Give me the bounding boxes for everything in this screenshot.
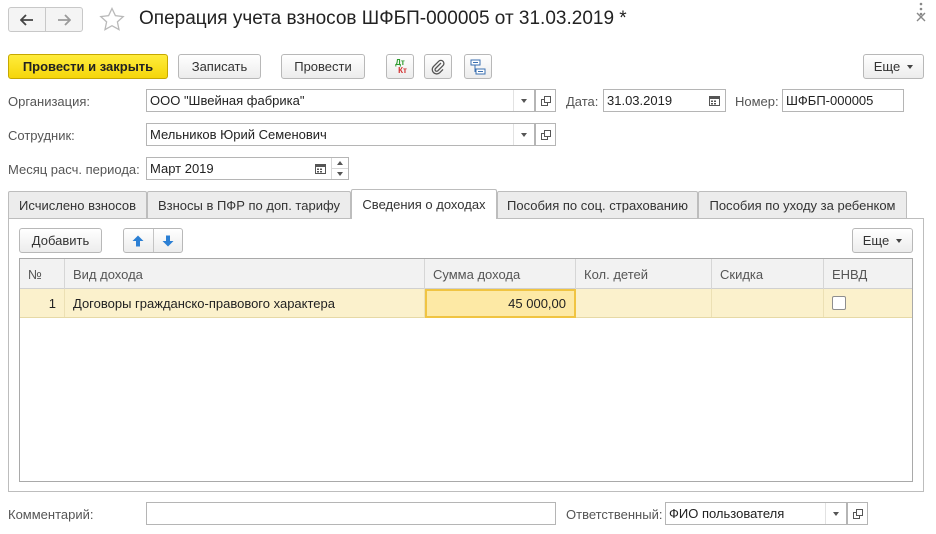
column-header-number[interactable]: №: [20, 259, 65, 289]
employee-value: Мельников Юрий Семенович: [150, 127, 327, 142]
paperclip-icon: [431, 59, 445, 75]
tab-income-info[interactable]: Сведения о доходах: [351, 189, 497, 219]
arrow-right-icon: [58, 13, 71, 26]
open-window-icon: [540, 129, 551, 140]
tab-calculated-contributions[interactable]: Исчислено взносов: [8, 191, 147, 218]
dt-kt-button[interactable]: Дт Кт: [386, 54, 414, 79]
date-label: Дата:: [566, 94, 599, 109]
envd-checkbox[interactable]: [832, 296, 846, 310]
income-table[interactable]: № Вид дохода Сумма дохода Кол. детей Ски…: [19, 258, 913, 482]
organization-label: Организация:: [8, 94, 91, 109]
chevron-up-icon: [337, 161, 343, 165]
hierarchy-icon: [470, 59, 486, 74]
responsible-open-button[interactable]: [847, 502, 868, 525]
window-title: Операция учета взносов ШФБП-000005 от 31…: [139, 8, 627, 29]
favorite-star-button[interactable]: [99, 6, 125, 34]
period-month-label: Месяц расч. периода:: [8, 162, 140, 177]
open-window-icon: [540, 95, 551, 106]
structure-button[interactable]: [464, 54, 492, 79]
calendar-icon: [709, 96, 720, 106]
tab-childcare-benefits[interactable]: Пособия по уходу за ребенком: [698, 191, 907, 218]
arrow-down-icon: [162, 235, 174, 246]
employee-dropdown-button[interactable]: [513, 124, 534, 145]
move-down-button[interactable]: [154, 229, 183, 252]
date-value: 31.03.2019: [607, 93, 673, 108]
column-header-envd[interactable]: ЕНВД: [824, 259, 912, 289]
table-row[interactable]: 1 Договоры гражданско-правового характер…: [20, 289, 912, 318]
period-spinner[interactable]: [331, 158, 348, 179]
column-header-discount[interactable]: Скидка: [712, 259, 824, 289]
move-up-button[interactable]: [124, 229, 154, 252]
cell-number[interactable]: 1: [20, 289, 65, 317]
chevron-down-icon: [337, 172, 343, 176]
dt-kt-icon: Дт Кт: [393, 58, 407, 75]
table-more-label: Еще: [862, 233, 890, 248]
more-button[interactable]: Еще: [863, 54, 924, 79]
column-header-children[interactable]: Кол. детей: [576, 259, 712, 289]
save-button[interactable]: Записать: [178, 54, 261, 79]
cell-envd[interactable]: [824, 289, 912, 317]
tab-pfr-additional-tariff[interactable]: Взносы в ПФР по доп. тарифу: [147, 191, 351, 218]
more-button-label: Еще: [873, 59, 901, 74]
cell-discount[interactable]: [712, 289, 824, 317]
spinner-up-button[interactable]: [332, 158, 348, 168]
employee-open-button[interactable]: [535, 123, 556, 146]
number-field[interactable]: ШФБП-000005: [782, 89, 904, 112]
employee-field[interactable]: Мельников Юрий Семенович: [146, 123, 535, 146]
chevron-down-icon: [521, 98, 527, 103]
arrow-left-icon: [20, 13, 33, 26]
arrow-up-icon: [132, 235, 144, 246]
attach-button[interactable]: [424, 54, 452, 79]
period-month-value: Март 2019: [150, 161, 214, 176]
date-field[interactable]: 31.03.2019: [603, 89, 726, 112]
column-header-income-type[interactable]: Вид дохода: [65, 259, 425, 289]
open-window-icon: [852, 508, 863, 519]
post-and-close-button[interactable]: Провести и закрыть: [8, 54, 168, 79]
responsible-value: ФИО пользователя: [669, 506, 785, 521]
cell-children[interactable]: [576, 289, 712, 317]
table-header: № Вид дохода Сумма дохода Кол. детей Ски…: [20, 259, 912, 289]
star-icon: [99, 6, 125, 31]
tab-social-insurance-benefits[interactable]: Пособия по соц. страхованию: [497, 191, 698, 218]
chevron-down-icon: [521, 132, 527, 137]
nav-group: [8, 7, 83, 32]
post-button[interactable]: Провести: [281, 54, 365, 79]
cell-amount[interactable]: 45 000,00: [425, 289, 576, 318]
move-buttons-group: [123, 228, 183, 253]
column-header-amount[interactable]: Сумма дохода: [425, 259, 576, 289]
chevron-down-icon: [896, 238, 903, 243]
comment-input[interactable]: [146, 502, 556, 525]
kt-label: Кт: [398, 65, 407, 75]
responsible-label: Ответственный:: [566, 507, 663, 522]
organization-open-button[interactable]: [535, 89, 556, 112]
date-calendar-button[interactable]: [704, 90, 725, 111]
cell-income-type[interactable]: Договоры гражданско-правового характера: [65, 289, 425, 317]
period-calendar-button[interactable]: [310, 158, 331, 179]
calendar-icon: [315, 164, 326, 174]
number-value: ШФБП-000005: [786, 93, 874, 108]
number-label: Номер:: [735, 94, 779, 109]
close-button[interactable]: [913, 9, 929, 25]
add-row-button[interactable]: Добавить: [19, 228, 102, 253]
responsible-dropdown-button[interactable]: [825, 503, 846, 524]
table-more-button[interactable]: Еще: [852, 228, 913, 253]
forward-button[interactable]: [45, 8, 82, 31]
spinner-down-button[interactable]: [332, 168, 348, 179]
back-button[interactable]: [9, 8, 45, 31]
organization-value: ООО "Швейная фабрика": [150, 93, 305, 108]
employee-label: Сотрудник:: [8, 128, 75, 143]
chevron-down-icon: [833, 511, 839, 516]
period-month-field[interactable]: Март 2019: [146, 157, 349, 180]
responsible-field[interactable]: ФИО пользователя: [665, 502, 847, 525]
organization-dropdown-button[interactable]: [513, 90, 534, 111]
organization-field[interactable]: ООО "Швейная фабрика": [146, 89, 535, 112]
chevron-down-icon: [907, 64, 914, 69]
comment-label: Комментарий:: [8, 507, 94, 522]
close-icon: [916, 12, 926, 22]
